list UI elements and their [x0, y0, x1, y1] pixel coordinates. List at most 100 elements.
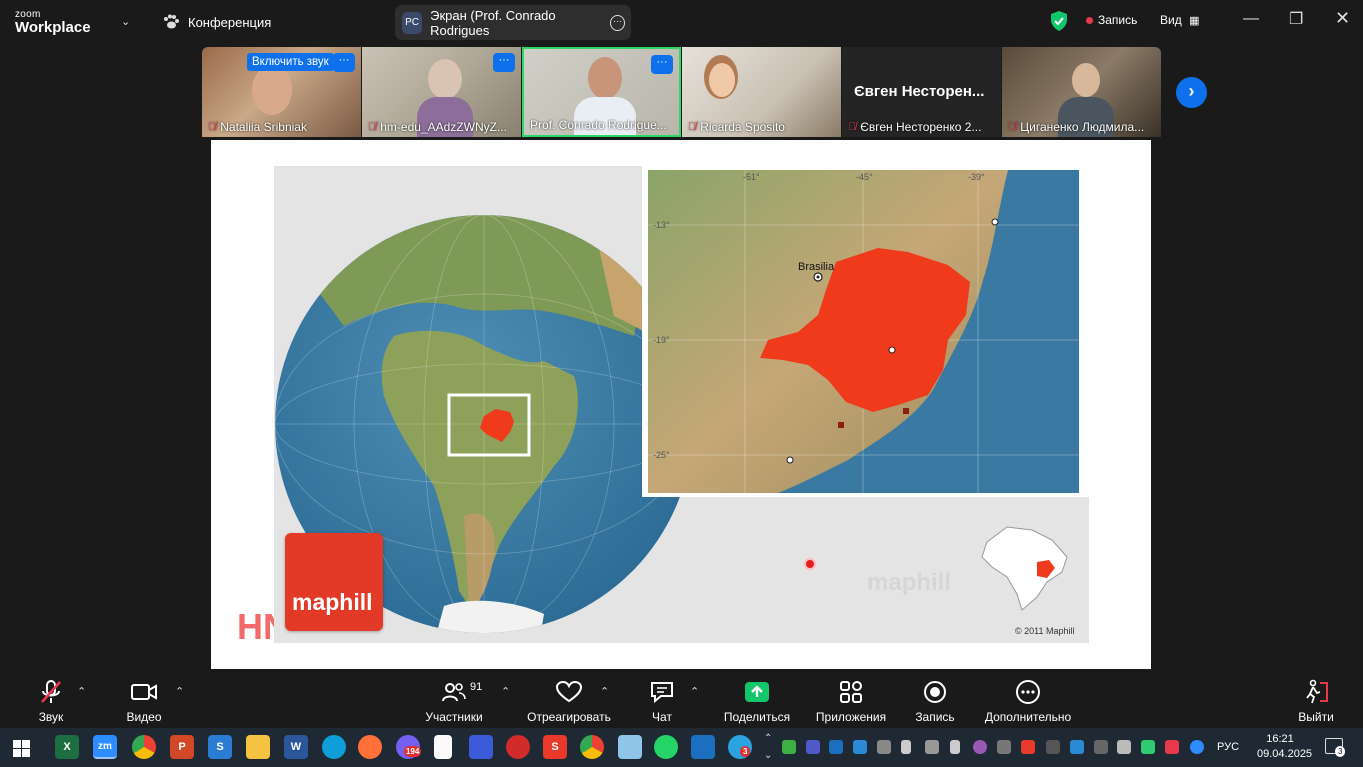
screen-share-indicator[interactable]: PC Экран (Prof. Conrado Rodrigues ··· — [395, 5, 631, 40]
tray-check-icon[interactable] — [782, 740, 796, 754]
volume-icon[interactable] — [1117, 740, 1131, 754]
security-icon[interactable] — [1141, 740, 1155, 754]
participant-tile[interactable]: 🎙̸ Циганенко Людмила... — [1002, 47, 1161, 137]
participant-tile[interactable]: Включить звук ··· 🎙̸ Nataliia Sribniak — [202, 47, 361, 137]
zoom-logo: Workplace — [15, 19, 91, 36]
restore-icon[interactable]: ❐ — [1289, 9, 1303, 29]
powerpoint-icon[interactable]: P — [170, 735, 194, 759]
webex-icon[interactable] — [691, 735, 715, 759]
chat-options-caret[interactable]: ⌃ — [690, 685, 699, 698]
tray-app-icon-2[interactable] — [997, 740, 1011, 754]
display-icon[interactable] — [925, 740, 939, 754]
edge-icon[interactable] — [322, 735, 346, 759]
react-options-caret[interactable]: ⌃ — [600, 685, 609, 698]
shield-check-icon[interactable] — [1049, 10, 1069, 32]
chevron-down-icon[interactable]: ⌄ — [121, 15, 130, 28]
speaker-muted-icon[interactable] — [1165, 740, 1179, 754]
file-explorer-icon[interactable] — [246, 735, 270, 759]
participant-label: 🎙̸ hm-edu_AAdzZWNyZ... — [368, 120, 507, 134]
minimize-icon[interactable]: — — [1243, 10, 1259, 28]
chat-label: Чат — [652, 710, 672, 724]
meeting-toolbar: Звук ⌃ Видео ⌃ 91 Участники ⌃ Отреагиров… — [0, 669, 1363, 728]
participant-name: hm-edu_AAdzZWNyZ... — [380, 120, 507, 134]
clock[interactable]: 16:21 09.04.2025 — [1257, 732, 1313, 762]
apps-icon — [840, 681, 862, 703]
camera-tray-icon[interactable] — [1094, 740, 1108, 754]
participant-face — [1072, 63, 1100, 97]
document-icon[interactable] — [434, 735, 452, 759]
audio-button[interactable]: Звук — [33, 679, 69, 724]
chat-button[interactable]: Чат — [645, 679, 679, 724]
record-dot-icon — [1086, 16, 1093, 24]
archive-icon[interactable] — [618, 735, 642, 759]
react-label: Отреагировать — [527, 710, 611, 724]
word-icon[interactable]: W — [284, 735, 308, 759]
zoom-app-icon[interactable]: zm — [93, 735, 117, 759]
participant-tile[interactable]: 🎙̸ Ricarda Sposito — [682, 47, 841, 137]
participant-tile-active[interactable]: ··· Prof. Conrado Rodrigue... — [522, 47, 681, 137]
recording-label: Запись — [1098, 13, 1138, 27]
record-button[interactable]: Запись — [912, 679, 958, 724]
whatsapp-icon[interactable] — [654, 735, 678, 759]
teams-icon[interactable] — [806, 740, 820, 754]
usb-icon[interactable] — [950, 740, 960, 754]
tile-more-button[interactable]: ··· — [333, 53, 355, 72]
participants-options-caret[interactable]: ⌃ — [501, 685, 510, 698]
view-button[interactable]: Вид ▦ — [1160, 13, 1199, 27]
viber-tray-icon[interactable] — [973, 740, 987, 754]
audio-label: Звук — [38, 710, 64, 724]
maphill-logo: maphill — [285, 533, 383, 631]
clock-time: 16:21 — [1266, 733, 1294, 745]
more-label: Дополнительно — [984, 710, 1072, 724]
meeting-info-button[interactable]: Конференция — [162, 14, 271, 30]
next-page-button[interactable]: › — [1176, 77, 1207, 108]
notification-icon[interactable]: 3 — [1325, 738, 1346, 757]
tray-app-icon[interactable] — [853, 740, 867, 754]
webex-tray-icon[interactable] — [829, 740, 843, 754]
telegram-badge: 3 — [740, 746, 751, 757]
snip-icon[interactable] — [877, 740, 891, 754]
excel-icon[interactable]: X — [55, 735, 79, 759]
chrome-icon[interactable] — [132, 735, 156, 759]
network-icon[interactable] — [1070, 740, 1084, 754]
tile-more-button[interactable]: ··· — [493, 53, 515, 72]
participants-button[interactable]: 91 Участники — [421, 679, 487, 724]
sway-red-icon[interactable]: S — [543, 735, 567, 759]
participant-tile[interactable]: ··· 🎙̸ hm-edu_AAdzZWNyZ... — [362, 47, 521, 137]
leave-button[interactable]: Выйти — [1296, 679, 1336, 724]
firefox-icon[interactable] — [358, 735, 382, 759]
chrome-profile-icon[interactable] — [580, 735, 604, 759]
recording-indicator[interactable]: Запись — [1086, 13, 1137, 27]
language-indicator[interactable]: РУС — [1217, 741, 1239, 753]
video-options-caret[interactable]: ⌃ — [175, 685, 184, 698]
mic-muted-icon: 🎙̸ — [688, 121, 697, 133]
unmute-button[interactable]: Включить звук — [247, 53, 334, 71]
apps-button[interactable]: Приложения — [812, 679, 890, 724]
viber-icon[interactable]: 194 — [396, 735, 422, 759]
participant-tile[interactable]: Євген Несторен... 🎙̸ Євген Несторенко 2.… — [842, 47, 1001, 137]
tray-overflow-icon[interactable]: ⌃ ⌄ — [764, 730, 772, 764]
audio-options-caret[interactable]: ⌃ — [77, 685, 86, 698]
anydesk-icon[interactable] — [506, 735, 530, 759]
participant-name: Nataliia Sribniak — [220, 120, 307, 134]
sway-icon[interactable]: S — [208, 735, 232, 759]
microphone-tray-icon[interactable] — [901, 740, 911, 754]
close-icon[interactable]: ✕ — [1335, 8, 1350, 29]
windows-start-icon[interactable] — [13, 740, 30, 757]
video-button[interactable]: Видео — [124, 679, 164, 724]
participant-face — [709, 63, 735, 97]
city-marker-icon — [786, 456, 794, 464]
telegram-icon[interactable]: 3 — [728, 735, 752, 759]
notification-count: 3 — [1335, 746, 1346, 757]
wifi-icon[interactable] — [1046, 740, 1060, 754]
tile-more-button[interactable]: ··· — [651, 55, 673, 74]
sway-tray-icon[interactable] — [1021, 740, 1035, 754]
save-disk-icon[interactable] — [469, 735, 493, 759]
video-label: Видео — [126, 710, 162, 724]
zoom-tray-icon[interactable] — [1190, 740, 1204, 754]
clock-date: 09.04.2025 — [1257, 748, 1313, 760]
more-options-icon[interactable]: ··· — [610, 14, 625, 31]
share-button[interactable]: Поделиться — [721, 679, 793, 724]
map-image: Brasilia -51° -45° -39° -13° -19° -25° m… — [274, 166, 1089, 643]
more-button[interactable]: Дополнительно — [982, 679, 1074, 724]
